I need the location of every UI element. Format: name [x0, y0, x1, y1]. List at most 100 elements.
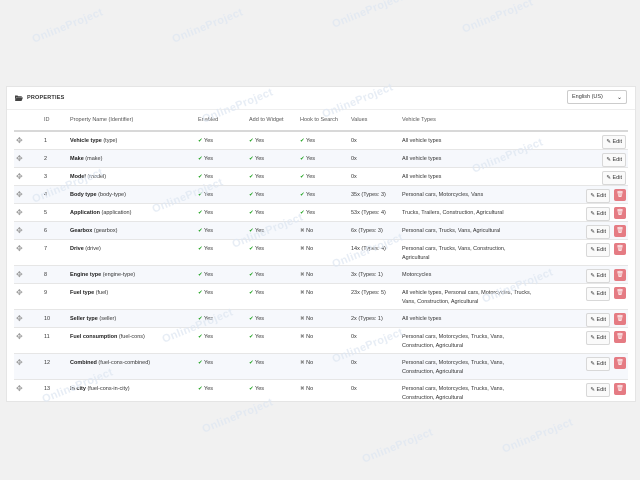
edit-button[interactable]: ✎ Edit — [586, 243, 610, 257]
row-values: 23x (Types: 5) — [349, 283, 400, 310]
drag-handle-icon[interactable]: ✥ — [16, 288, 23, 297]
check-icon: ✔ — [198, 334, 203, 340]
delete-button[interactable]: 🗑 — [614, 243, 626, 255]
property-name: Vehicle type — [70, 138, 102, 144]
delete-button[interactable]: 🗑 — [614, 225, 626, 237]
row-hook-to-search: ✖ No — [298, 283, 349, 310]
edit-button[interactable]: ✎ Edit — [602, 153, 626, 167]
edit-button[interactable]: ✎ Edit — [586, 313, 610, 327]
property-name: Engine type — [70, 272, 102, 278]
row-add-to-widget: ✔ Yes — [247, 283, 298, 310]
edit-button[interactable]: ✎ Edit — [586, 357, 610, 371]
col-property-name: Property Name (Identifier) — [68, 110, 196, 132]
delete-button[interactable]: 🗑 — [614, 189, 626, 201]
drag-handle-icon[interactable]: ✥ — [16, 154, 23, 163]
row-property-name: Vehicle type (type) — [68, 131, 196, 150]
cross-icon: ✖ — [300, 334, 305, 340]
row-enabled: ✔ Yes — [196, 353, 247, 380]
row-hook-to-search: ✔ Yes — [298, 167, 349, 186]
row-enabled: ✔ Yes — [196, 203, 247, 222]
row-id: 2 — [42, 149, 68, 168]
edit-button[interactable]: ✎ Edit — [586, 189, 610, 203]
row-enabled: ✔ Yes — [196, 379, 247, 401]
edit-button[interactable]: ✎ Edit — [602, 135, 626, 149]
row-hook-to-search: ✖ No — [298, 327, 349, 354]
check-icon: ✔ — [249, 156, 254, 162]
row-property-name: In city (fuel-cons-in-city) — [68, 379, 196, 401]
check-icon: ✔ — [198, 138, 203, 144]
delete-button[interactable]: 🗑 — [614, 331, 626, 343]
delete-button[interactable]: 🗑 — [614, 357, 626, 369]
row-enabled: ✔ Yes — [196, 309, 247, 328]
watermark: OnlineProject — [30, 6, 105, 46]
delete-button[interactable]: 🗑 — [614, 269, 626, 281]
property-identifier: (seller) — [99, 316, 117, 322]
delete-button[interactable]: 🗑 — [614, 313, 626, 325]
edit-button[interactable]: ✎ Edit — [586, 331, 610, 345]
drag-handle-icon[interactable]: ✥ — [16, 384, 23, 393]
edit-button[interactable]: ✎ Edit — [586, 287, 610, 301]
property-name: Gearbox — [70, 228, 93, 234]
row-values: 0x — [349, 131, 400, 150]
table-row: ✥ 13 In city (fuel-cons-in-city) ✔ Yes ✔… — [14, 379, 628, 401]
check-icon: ✔ — [300, 174, 305, 180]
drag-handle-icon[interactable]: ✥ — [16, 172, 23, 181]
row-add-to-widget: ✔ Yes — [247, 353, 298, 380]
language-select[interactable]: English (US) ⌄ — [567, 90, 627, 104]
check-icon: ✔ — [198, 290, 203, 296]
trash-icon: 🗑 — [616, 192, 624, 198]
drag-handle-icon[interactable]: ✥ — [16, 332, 23, 341]
row-property-name: Engine type (engine-type) — [68, 265, 196, 284]
row-vehicle-types: All vehicle types, Personal cars, Motorc… — [400, 283, 536, 310]
edit-button[interactable]: ✎ Edit — [586, 269, 610, 283]
row-actions: ✎ Edit — [536, 131, 628, 150]
table-row: ✥ 6 Gearbox (gearbox) ✔ Yes ✔ Yes ✖ No 6… — [14, 221, 628, 240]
pencil-icon: ✎ — [590, 361, 595, 367]
row-actions: ✎ Edit 🗑 — [536, 379, 628, 401]
trash-icon: 🗑 — [616, 316, 624, 322]
drag-handle-icon[interactable]: ✥ — [16, 314, 23, 323]
row-id: 5 — [42, 203, 68, 222]
row-vehicle-types: All vehicle types — [400, 309, 536, 328]
col-enabled: Enabled — [196, 110, 247, 132]
row-enabled: ✔ Yes — [196, 221, 247, 240]
check-icon: ✔ — [249, 290, 254, 296]
drag-handle-icon[interactable]: ✥ — [16, 244, 23, 253]
row-add-to-widget: ✔ Yes — [247, 185, 298, 204]
pencil-icon: ✎ — [590, 273, 595, 279]
property-identifier: (fuel) — [95, 290, 109, 296]
properties-panel: PROPERTIES English (US) ⌄ ID Property Na… — [6, 86, 636, 402]
pencil-icon: ✎ — [606, 175, 611, 181]
row-add-to-widget: ✔ Yes — [247, 131, 298, 150]
row-actions: ✎ Edit 🗑 — [536, 239, 628, 266]
row-values: 0x — [349, 327, 400, 354]
delete-button[interactable]: 🗑 — [614, 383, 626, 395]
drag-handle-icon[interactable]: ✥ — [16, 190, 23, 199]
drag-handle-icon[interactable]: ✥ — [16, 270, 23, 279]
drag-handle-icon[interactable]: ✥ — [16, 136, 23, 145]
delete-button[interactable]: 🗑 — [614, 287, 626, 299]
row-property-name: Gearbox (gearbox) — [68, 221, 196, 240]
drag-handle-icon[interactable]: ✥ — [16, 358, 23, 367]
pencil-icon: ✎ — [606, 157, 611, 163]
trash-icon: 🗑 — [616, 210, 624, 216]
edit-button[interactable]: ✎ Edit — [586, 207, 610, 221]
check-icon: ✔ — [198, 316, 203, 322]
drag-handle-icon[interactable]: ✥ — [16, 208, 23, 217]
row-hook-to-search: ✖ No — [298, 353, 349, 380]
row-enabled: ✔ Yes — [196, 131, 247, 150]
edit-button[interactable]: ✎ Edit — [602, 171, 626, 185]
row-add-to-widget: ✔ Yes — [247, 167, 298, 186]
check-icon: ✔ — [198, 360, 203, 366]
row-values: 0x — [349, 353, 400, 380]
row-enabled: ✔ Yes — [196, 149, 247, 168]
col-hook-to-search: Hook to Search — [298, 110, 349, 132]
delete-button[interactable]: 🗑 — [614, 207, 626, 219]
panel-header: PROPERTIES English (US) ⌄ — [7, 87, 635, 110]
check-icon: ✔ — [249, 386, 254, 392]
edit-button[interactable]: ✎ Edit — [586, 383, 610, 397]
row-enabled: ✔ Yes — [196, 167, 247, 186]
check-icon: ✔ — [249, 272, 254, 278]
edit-button[interactable]: ✎ Edit — [586, 225, 610, 239]
drag-handle-icon[interactable]: ✥ — [16, 226, 23, 235]
